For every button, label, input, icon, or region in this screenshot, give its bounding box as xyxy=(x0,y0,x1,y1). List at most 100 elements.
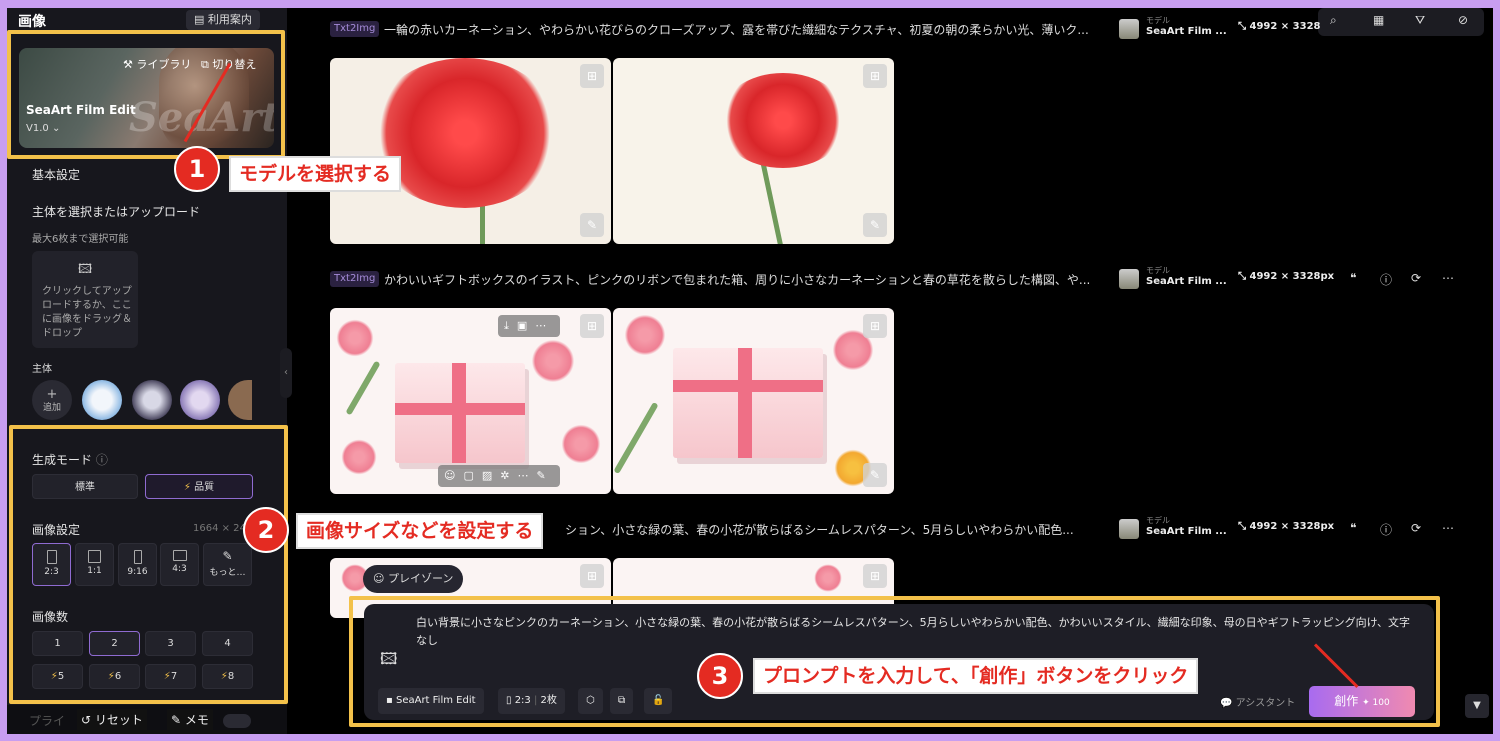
guide-button[interactable]: ▤ 利用案内 xyxy=(186,10,260,30)
add-icon[interactable]: ⊞ xyxy=(580,64,604,88)
crop-icon[interactable]: ▢ xyxy=(463,469,481,482)
more-icon[interactable]: ⋯ xyxy=(518,469,537,482)
highlight-settings xyxy=(9,425,288,704)
caret-down-icon: ▼ xyxy=(1473,700,1481,711)
model-label: モデル xyxy=(1146,516,1170,525)
collapse-sidebar-button[interactable]: ‹ xyxy=(280,348,292,398)
refresh-icon[interactable]: ⟳ xyxy=(1411,271,1421,285)
memo-icon: ✎ xyxy=(171,713,185,727)
scroll-down-button[interactable]: ▼ xyxy=(1465,694,1489,718)
expand-icon: ⤡ xyxy=(1238,521,1250,532)
subject-upload-area[interactable]: 🖾 クリックしてアップロードするか、ここに画像をドラッグ＆ドロップ xyxy=(32,251,138,348)
subject-avatar-wolf[interactable] xyxy=(132,380,172,420)
chevron-left-icon: ‹ xyxy=(284,367,288,378)
step-1-marker: 1 xyxy=(174,146,220,192)
info-icon[interactable]: ⓘ xyxy=(1380,521,1392,538)
plus-icon: + xyxy=(46,387,58,402)
add-icon[interactable]: ⊞ xyxy=(580,314,604,338)
feed-prompt[interactable]: ション、小さな緑の葉、春の小花が散らばるシームレスパターン、5月らしいやわらかい… xyxy=(565,521,1115,538)
bloom xyxy=(530,338,576,384)
sidebar-title: 画像 xyxy=(18,14,46,30)
feed-item-header: Txt2Img 一輪の赤いカーネーション、やわらかい花びらのクローズアップ、露を… xyxy=(330,16,1480,42)
model-avatar xyxy=(1119,269,1139,289)
feed-item-header: Txt2Img かわいいギフトボックスのイラスト、ピンクのリボンで包まれた箱、周… xyxy=(330,266,1480,292)
feed-prompt[interactable]: かわいいギフトボックスのイラスト、ピンクのリボンで包まれた箱、周りに小さなカーネ… xyxy=(384,271,1114,288)
upload-instructions: クリックしてアップロードするか、ここに画像をドラッグ＆ドロップ xyxy=(42,286,132,339)
expand-icon: ⤡ xyxy=(1238,21,1250,32)
playzone-button[interactable]: ☺ プレイゾーン xyxy=(363,565,464,593)
add-icon[interactable]: ⊞ xyxy=(580,564,604,588)
bloom xyxy=(813,563,843,593)
image-hover-toolbar: ⤓▣⋯ xyxy=(498,315,561,337)
face-icon[interactable]: ☺ xyxy=(444,469,463,482)
ribbon xyxy=(673,380,823,392)
generated-image[interactable]: ⤓▣⋯ ⊞ ☺▢▨✲⋯✎ xyxy=(330,308,611,494)
refresh-icon[interactable]: ⟳ xyxy=(1411,521,1421,535)
save-icon[interactable]: ▣ xyxy=(517,319,535,332)
magic-icon[interactable]: ✲ xyxy=(500,469,517,482)
basic-settings-heading: 基本設定 xyxy=(32,168,81,182)
edit-icon[interactable]: ✎ xyxy=(580,213,604,237)
reset-icon: ↺ xyxy=(81,713,95,727)
step-2-callout: 画像サイズなどを設定する xyxy=(296,513,544,549)
image-upload-icon: 🖾 xyxy=(78,262,93,277)
book-icon: ▤ xyxy=(194,13,208,26)
image-edit-icon[interactable]: ▨ xyxy=(482,469,500,482)
leaf xyxy=(345,360,381,416)
playzone-icon: ☺ xyxy=(373,572,388,585)
add-icon[interactable]: ⊞ xyxy=(863,64,887,88)
info-icon[interactable]: ⓘ xyxy=(1380,271,1392,288)
more-icon[interactable]: ⋯ xyxy=(535,319,554,332)
subject-avatar-girl[interactable] xyxy=(180,380,220,420)
add-icon[interactable]: ⊞ xyxy=(863,314,887,338)
subject-avatar-snowman[interactable] xyxy=(82,380,122,420)
edit-icon[interactable]: ✎ xyxy=(863,213,887,237)
leaf xyxy=(613,401,659,475)
model-name[interactable]: SeaArt Film ... xyxy=(1146,526,1227,537)
edit-icon[interactable]: ✎ xyxy=(863,463,887,487)
expand-icon: ⤡ xyxy=(1238,271,1250,282)
quote-icon[interactable]: ❝ xyxy=(1350,521,1356,535)
bloom xyxy=(335,318,375,358)
carnation xyxy=(718,73,848,168)
step-2-marker: 2 xyxy=(243,507,289,553)
image-size: ⤡ 4992 × 3328 xyxy=(1238,21,1321,32)
model-name[interactable]: SeaArt Film ... xyxy=(1146,276,1227,287)
txt2img-badge: Txt2Img xyxy=(330,271,380,287)
generated-image[interactable]: ⊞ ✎ xyxy=(613,308,894,494)
add-subject-button[interactable]: + 追加 xyxy=(32,380,72,420)
model-label: モデル xyxy=(1146,266,1170,275)
more-icon[interactable]: ⋯ xyxy=(1442,521,1454,535)
sidebar-footer: プライ ↺ リセット ✎ メモ xyxy=(7,705,287,734)
bloom xyxy=(560,423,602,465)
generated-image[interactable]: ⊞ ✎ xyxy=(330,58,611,244)
bloom xyxy=(340,438,378,476)
model-avatar xyxy=(1119,519,1139,539)
ribbon xyxy=(395,403,525,415)
feed-prompt[interactable]: 一輪の赤いカーネーション、やわらかい花びらのクローズアップ、露を帯びた繊細なテク… xyxy=(384,21,1114,38)
brush-icon[interactable]: ✎ xyxy=(537,469,554,482)
subject-upload-label: 主体を選択またはアップロード xyxy=(32,205,201,219)
image-size: ⤡ 4992 × 3328px xyxy=(1238,521,1335,532)
reset-button[interactable]: ↺ リセット xyxy=(77,709,147,730)
model-name[interactable]: SeaArt Film ... xyxy=(1146,26,1227,37)
quote-icon[interactable]: ❝ xyxy=(1350,271,1356,285)
image-action-toolbar: ☺▢▨✲⋯✎ xyxy=(438,465,560,487)
image-size: ⤡ 4992 × 3328px xyxy=(1238,271,1335,282)
highlight-model xyxy=(7,30,285,159)
ribbon xyxy=(738,348,752,458)
step-3-callout: プロンプトを入力して、「創作」ボタンをクリック xyxy=(753,658,1199,694)
bloom xyxy=(623,313,667,357)
more-icon[interactable]: ⋯ xyxy=(1442,271,1454,285)
add-icon[interactable]: ⊞ xyxy=(863,564,887,588)
subject-avatar-partial[interactable] xyxy=(228,380,252,420)
subject-heading: 主体 xyxy=(32,364,52,375)
memo-toggle[interactable] xyxy=(223,714,251,728)
txt2img-badge: Txt2Img xyxy=(330,21,380,37)
private-label: プライ xyxy=(29,714,66,728)
subject-limit-note: 最大6枚まで選択可能 xyxy=(32,234,129,245)
generated-image[interactable]: ⊞ ✎ xyxy=(613,58,894,244)
model-label: モデル xyxy=(1146,16,1170,25)
memo-button[interactable]: ✎ メモ xyxy=(167,709,213,730)
download-icon[interactable]: ⤓ xyxy=(504,319,517,332)
